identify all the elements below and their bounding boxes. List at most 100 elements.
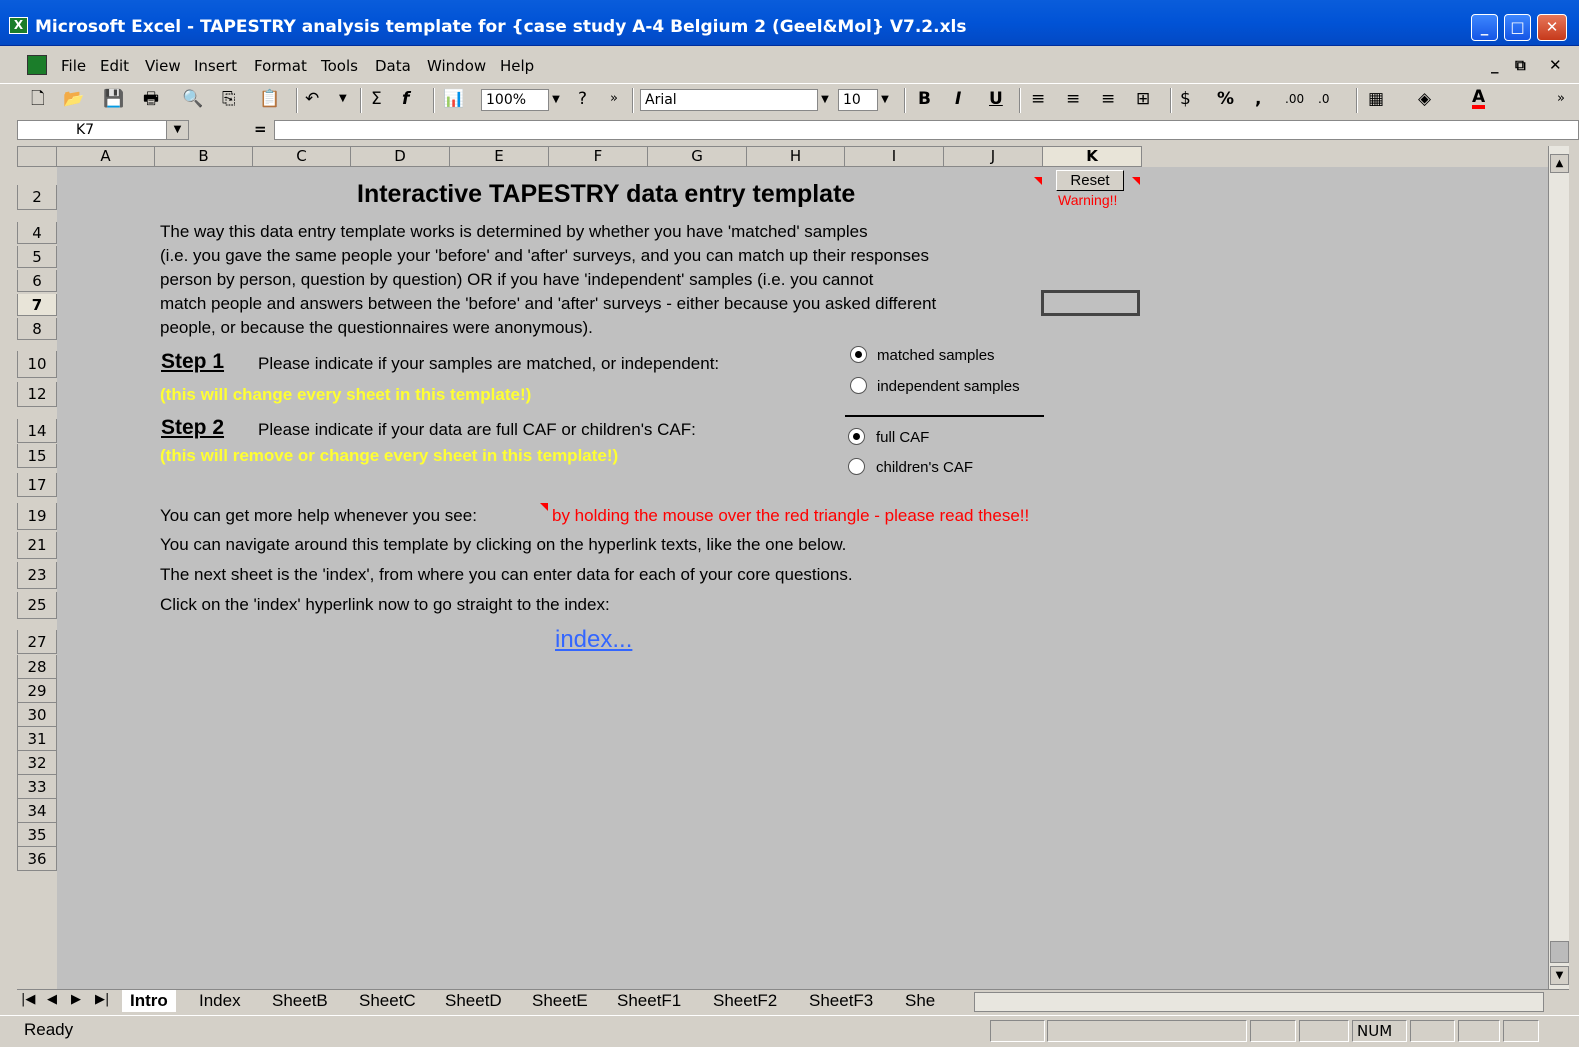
menu-edit[interactable]: Edit xyxy=(100,57,129,75)
toolbar-more-icon[interactable]: » xyxy=(1557,89,1565,109)
row-header-10[interactable]: 10 xyxy=(17,351,57,378)
column-header-a[interactable]: A xyxy=(57,146,155,167)
column-header-k[interactable]: K xyxy=(1043,146,1142,167)
scroll-down-icon[interactable]: ▼ xyxy=(1550,966,1569,985)
tab-index[interactable]: Index xyxy=(199,990,241,1012)
print-icon[interactable]: 🖶 xyxy=(143,89,159,109)
matched-samples-radio[interactable] xyxy=(850,346,867,363)
zoom-box[interactable]: 100% xyxy=(481,89,549,111)
childrens-caf-radio[interactable] xyxy=(848,458,865,475)
bold-icon[interactable]: B xyxy=(918,89,931,109)
menu-data[interactable]: Data xyxy=(375,57,411,75)
italic-icon[interactable]: I xyxy=(955,89,961,109)
row-header-19[interactable]: 19 xyxy=(17,503,57,530)
tab-sheetc[interactable]: SheetC xyxy=(359,990,416,1012)
align-center-icon[interactable]: ≡ xyxy=(1066,89,1080,109)
row-header-2[interactable]: 2 xyxy=(17,185,57,210)
borders-icon[interactable]: ▦ xyxy=(1368,89,1384,109)
font-color-icon[interactable]: A xyxy=(1472,89,1486,109)
menu-tools[interactable]: Tools xyxy=(321,57,358,75)
column-header-f[interactable]: F xyxy=(549,146,648,167)
chart-wizard-icon[interactable]: 📊 xyxy=(443,89,464,109)
help-icon[interactable]: ? xyxy=(578,89,587,109)
tab-sheetf3[interactable]: SheetF3 xyxy=(809,990,873,1012)
formula-input[interactable] xyxy=(274,120,1579,140)
close-button[interactable]: ✕ xyxy=(1537,14,1567,41)
currency-icon[interactable]: $ xyxy=(1180,89,1191,109)
comment-indicator-icon[interactable] xyxy=(1132,177,1140,185)
menu-window[interactable]: Window xyxy=(427,57,486,75)
undo-dropdown-icon[interactable]: ▼ xyxy=(339,89,347,109)
name-box[interactable]: K7 ▼ xyxy=(17,120,189,140)
equals-icon[interactable]: = xyxy=(254,120,267,138)
row-header-6[interactable]: 6 xyxy=(17,270,57,292)
row-header-27[interactable]: 27 xyxy=(17,630,57,654)
vertical-scrollbar[interactable]: ▲ ▼ xyxy=(1548,146,1569,989)
column-header-d[interactable]: D xyxy=(351,146,450,167)
reset-button[interactable]: Reset xyxy=(1056,170,1124,191)
font-dropdown-icon[interactable]: ▼ xyxy=(818,89,832,111)
function-icon[interactable]: f xyxy=(402,89,409,109)
row-header-15[interactable]: 15 xyxy=(17,444,57,468)
row-header-32[interactable]: 32 xyxy=(17,751,57,775)
undo-icon[interactable]: ↶ xyxy=(305,89,319,109)
comment-indicator-icon[interactable] xyxy=(1034,177,1042,185)
menu-help[interactable]: Help xyxy=(500,57,534,75)
new-icon[interactable]: 🗋 xyxy=(31,89,45,109)
scroll-up-icon[interactable]: ▲ xyxy=(1550,154,1569,173)
save-icon[interactable]: 💾 xyxy=(103,89,124,109)
fill-color-icon[interactable]: ◈ xyxy=(1418,89,1431,109)
font-size-box[interactable]: 10 xyxy=(838,89,878,111)
horizontal-scrollbar[interactable] xyxy=(974,992,1544,1012)
row-header-28[interactable]: 28 xyxy=(17,655,57,679)
paste-icon[interactable]: 📋 xyxy=(259,89,280,109)
align-right-icon[interactable]: ≡ xyxy=(1101,89,1115,109)
doc-restore-icon[interactable]: ⧉ xyxy=(1515,56,1526,74)
row-header-36[interactable]: 36 xyxy=(17,847,57,871)
tab-sheete[interactable]: SheetE xyxy=(532,990,588,1012)
column-header-e[interactable]: E xyxy=(450,146,549,167)
align-left-icon[interactable]: ≡ xyxy=(1031,89,1045,109)
percent-icon[interactable]: % xyxy=(1217,89,1234,109)
print-preview-icon[interactable]: 🔍 xyxy=(182,89,203,109)
toolbar-options-icon[interactable]: » xyxy=(610,89,618,109)
row-header-17[interactable]: 17 xyxy=(17,473,57,497)
active-cell-k7[interactable] xyxy=(1041,290,1140,316)
column-header-g[interactable]: G xyxy=(648,146,747,167)
row-header-34[interactable]: 34 xyxy=(17,799,57,823)
row-header-33[interactable]: 33 xyxy=(17,775,57,799)
zoom-dropdown-icon[interactable]: ▼ xyxy=(549,89,563,111)
maximize-button[interactable]: □ xyxy=(1504,14,1531,41)
row-header-29[interactable]: 29 xyxy=(17,679,57,703)
column-header-c[interactable]: C xyxy=(253,146,351,167)
menu-file[interactable]: File xyxy=(61,57,86,75)
workbook-icon[interactable] xyxy=(27,55,47,75)
last-sheet-icon[interactable]: ▶| xyxy=(95,992,109,1007)
select-all-corner[interactable] xyxy=(17,146,57,167)
row-header-30[interactable]: 30 xyxy=(17,703,57,727)
column-header-h[interactable]: H xyxy=(747,146,845,167)
font-name-box[interactable]: Arial xyxy=(640,89,818,111)
index-hyperlink[interactable]: index... xyxy=(555,626,632,654)
tab-sheet-truncated[interactable]: She xyxy=(905,990,935,1012)
minimize-button[interactable]: _ xyxy=(1471,14,1498,41)
menu-insert[interactable]: Insert xyxy=(194,57,237,75)
tab-sheetb[interactable]: SheetB xyxy=(272,990,328,1012)
row-header-5[interactable]: 5 xyxy=(17,246,57,268)
menu-format[interactable]: Format xyxy=(254,57,307,75)
excel-app-icon[interactable]: X xyxy=(9,17,28,34)
increase-decimal-icon[interactable]: .00 xyxy=(1285,89,1304,109)
column-header-b[interactable]: B xyxy=(155,146,253,167)
row-header-23[interactable]: 23 xyxy=(17,562,57,589)
name-box-dropdown-icon[interactable]: ▼ xyxy=(166,121,188,139)
autosum-icon[interactable]: Σ xyxy=(371,89,382,109)
prev-sheet-icon[interactable]: ◀ xyxy=(47,992,57,1007)
copy-icon[interactable]: ⎘ xyxy=(222,89,236,109)
row-header-4[interactable]: 4 xyxy=(17,222,57,244)
scroll-thumb[interactable] xyxy=(1550,941,1569,963)
independent-samples-radio[interactable] xyxy=(850,377,867,394)
first-sheet-icon[interactable]: |◀ xyxy=(21,992,35,1007)
open-icon[interactable]: 📂 xyxy=(63,89,84,109)
menu-view[interactable]: View xyxy=(145,57,181,75)
doc-close-icon[interactable]: ✕ xyxy=(1549,56,1562,74)
